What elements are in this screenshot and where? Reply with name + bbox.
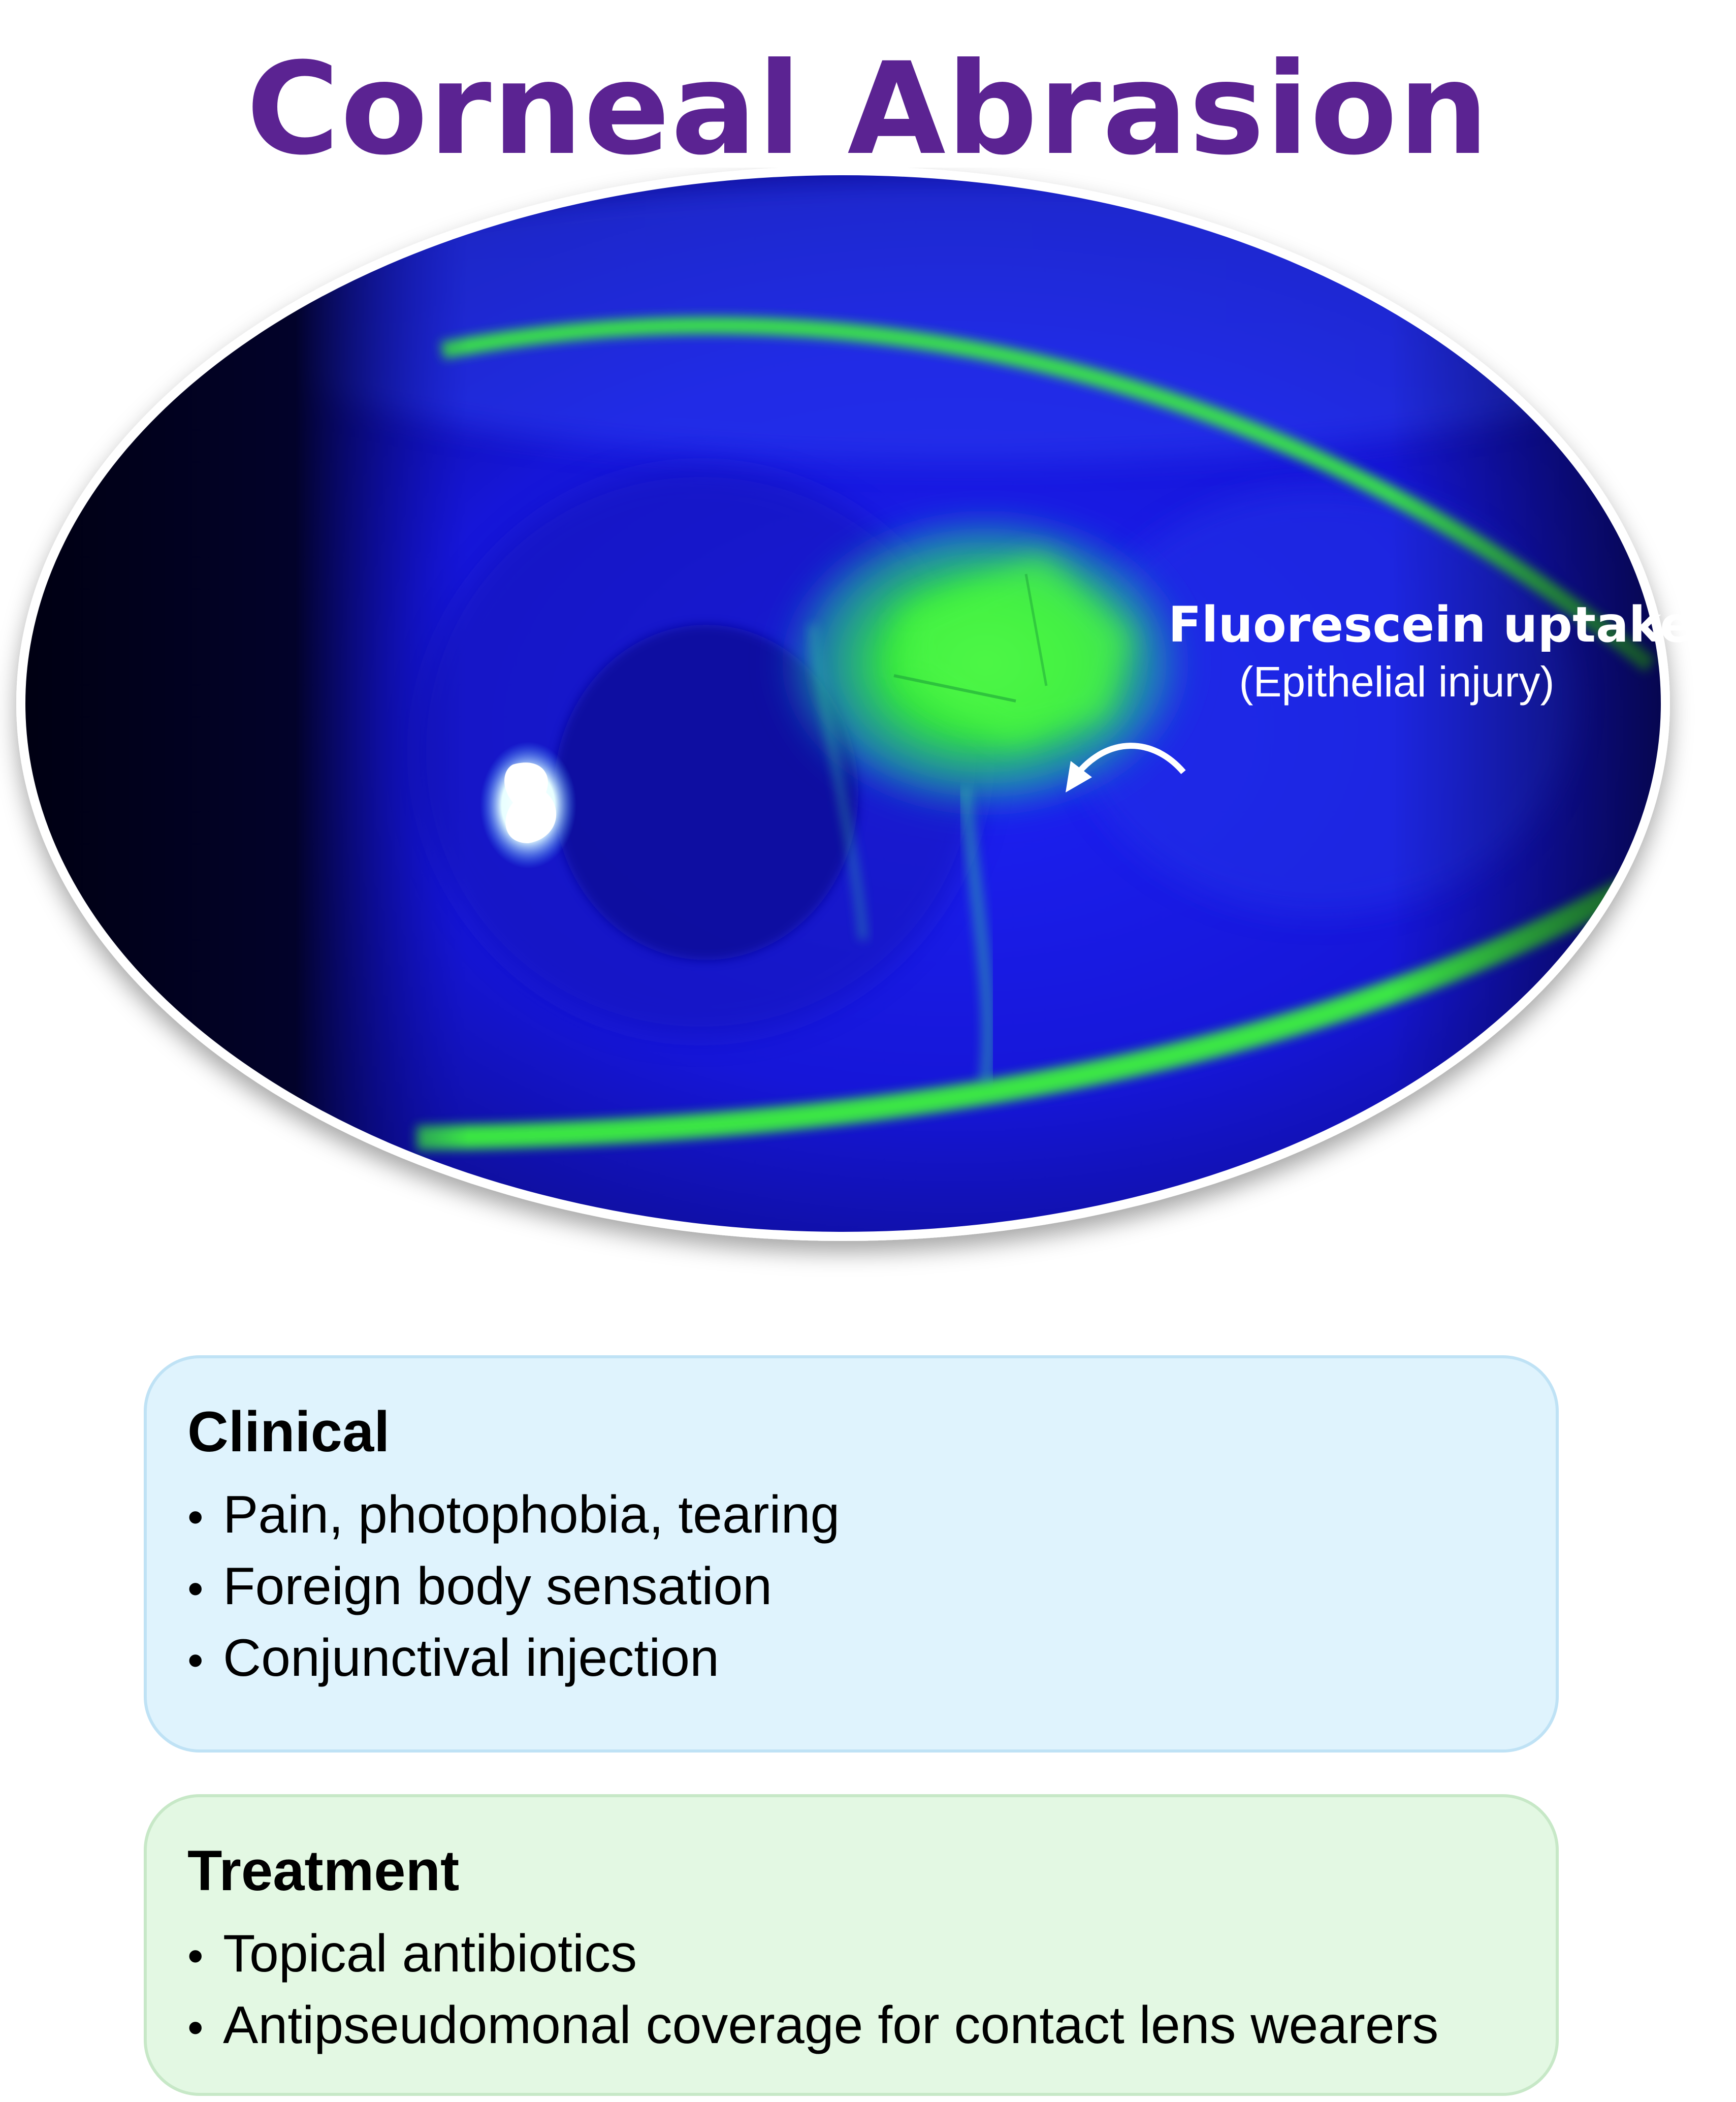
treatment-card: Treatment • Topical antibiotics • Antipseu… [144, 1794, 1559, 2096]
bullet-icon: • [187, 1931, 204, 1982]
list-item-text: Antipseudomonal coverage for contact len… [223, 1996, 1439, 2055]
list-item: • Foreign body sensation [187, 1552, 1515, 1623]
bullet-icon: • [187, 2002, 204, 2053]
page-title: Corneal Abrasion [246, 35, 1490, 183]
list-item: • Conjunctival injection [187, 1623, 1515, 1695]
fluorescein-eye-photo [16, 168, 1670, 1241]
annotation-label: Fluorescein uptake (Epithelial injury) [1168, 594, 1693, 709]
clinical-card: Clinical • Pain, photophobia, tearing • Fo… [144, 1355, 1559, 1753]
list-item-text: Topical antibiotics [223, 1924, 637, 1983]
list-item: • Antipseudomonal coverage for contact le… [187, 1991, 1515, 2062]
bullet-icon: • [187, 1635, 204, 1686]
list-item: • Pain, photophobia, tearing [187, 1480, 1515, 1552]
clinical-heading: Clinical [187, 1400, 390, 1463]
treatment-list: • Topical antibiotics • Antipseudomonal co… [187, 1919, 1515, 2062]
list-item-text: Pain, photophobia, tearing [223, 1485, 840, 1544]
treatment-heading: Treatment [187, 1839, 460, 1902]
list-item-text: Conjunctival injection [223, 1629, 719, 1687]
bullet-icon: • [187, 1564, 204, 1614]
annotation-subtitle: (Epithelial injury) [1239, 658, 1555, 706]
eye-photo-figure [0, 168, 1736, 1285]
list-item: • Topical antibiotics [187, 1919, 1515, 1991]
list-item-text: Foreign body sensation [223, 1557, 773, 1616]
bullet-icon: • [187, 1492, 204, 1543]
clinical-list: • Pain, photophobia, tearing • Foreign bod… [187, 1480, 1515, 1695]
annotation-title: Fluorescein uptake [1168, 596, 1693, 653]
